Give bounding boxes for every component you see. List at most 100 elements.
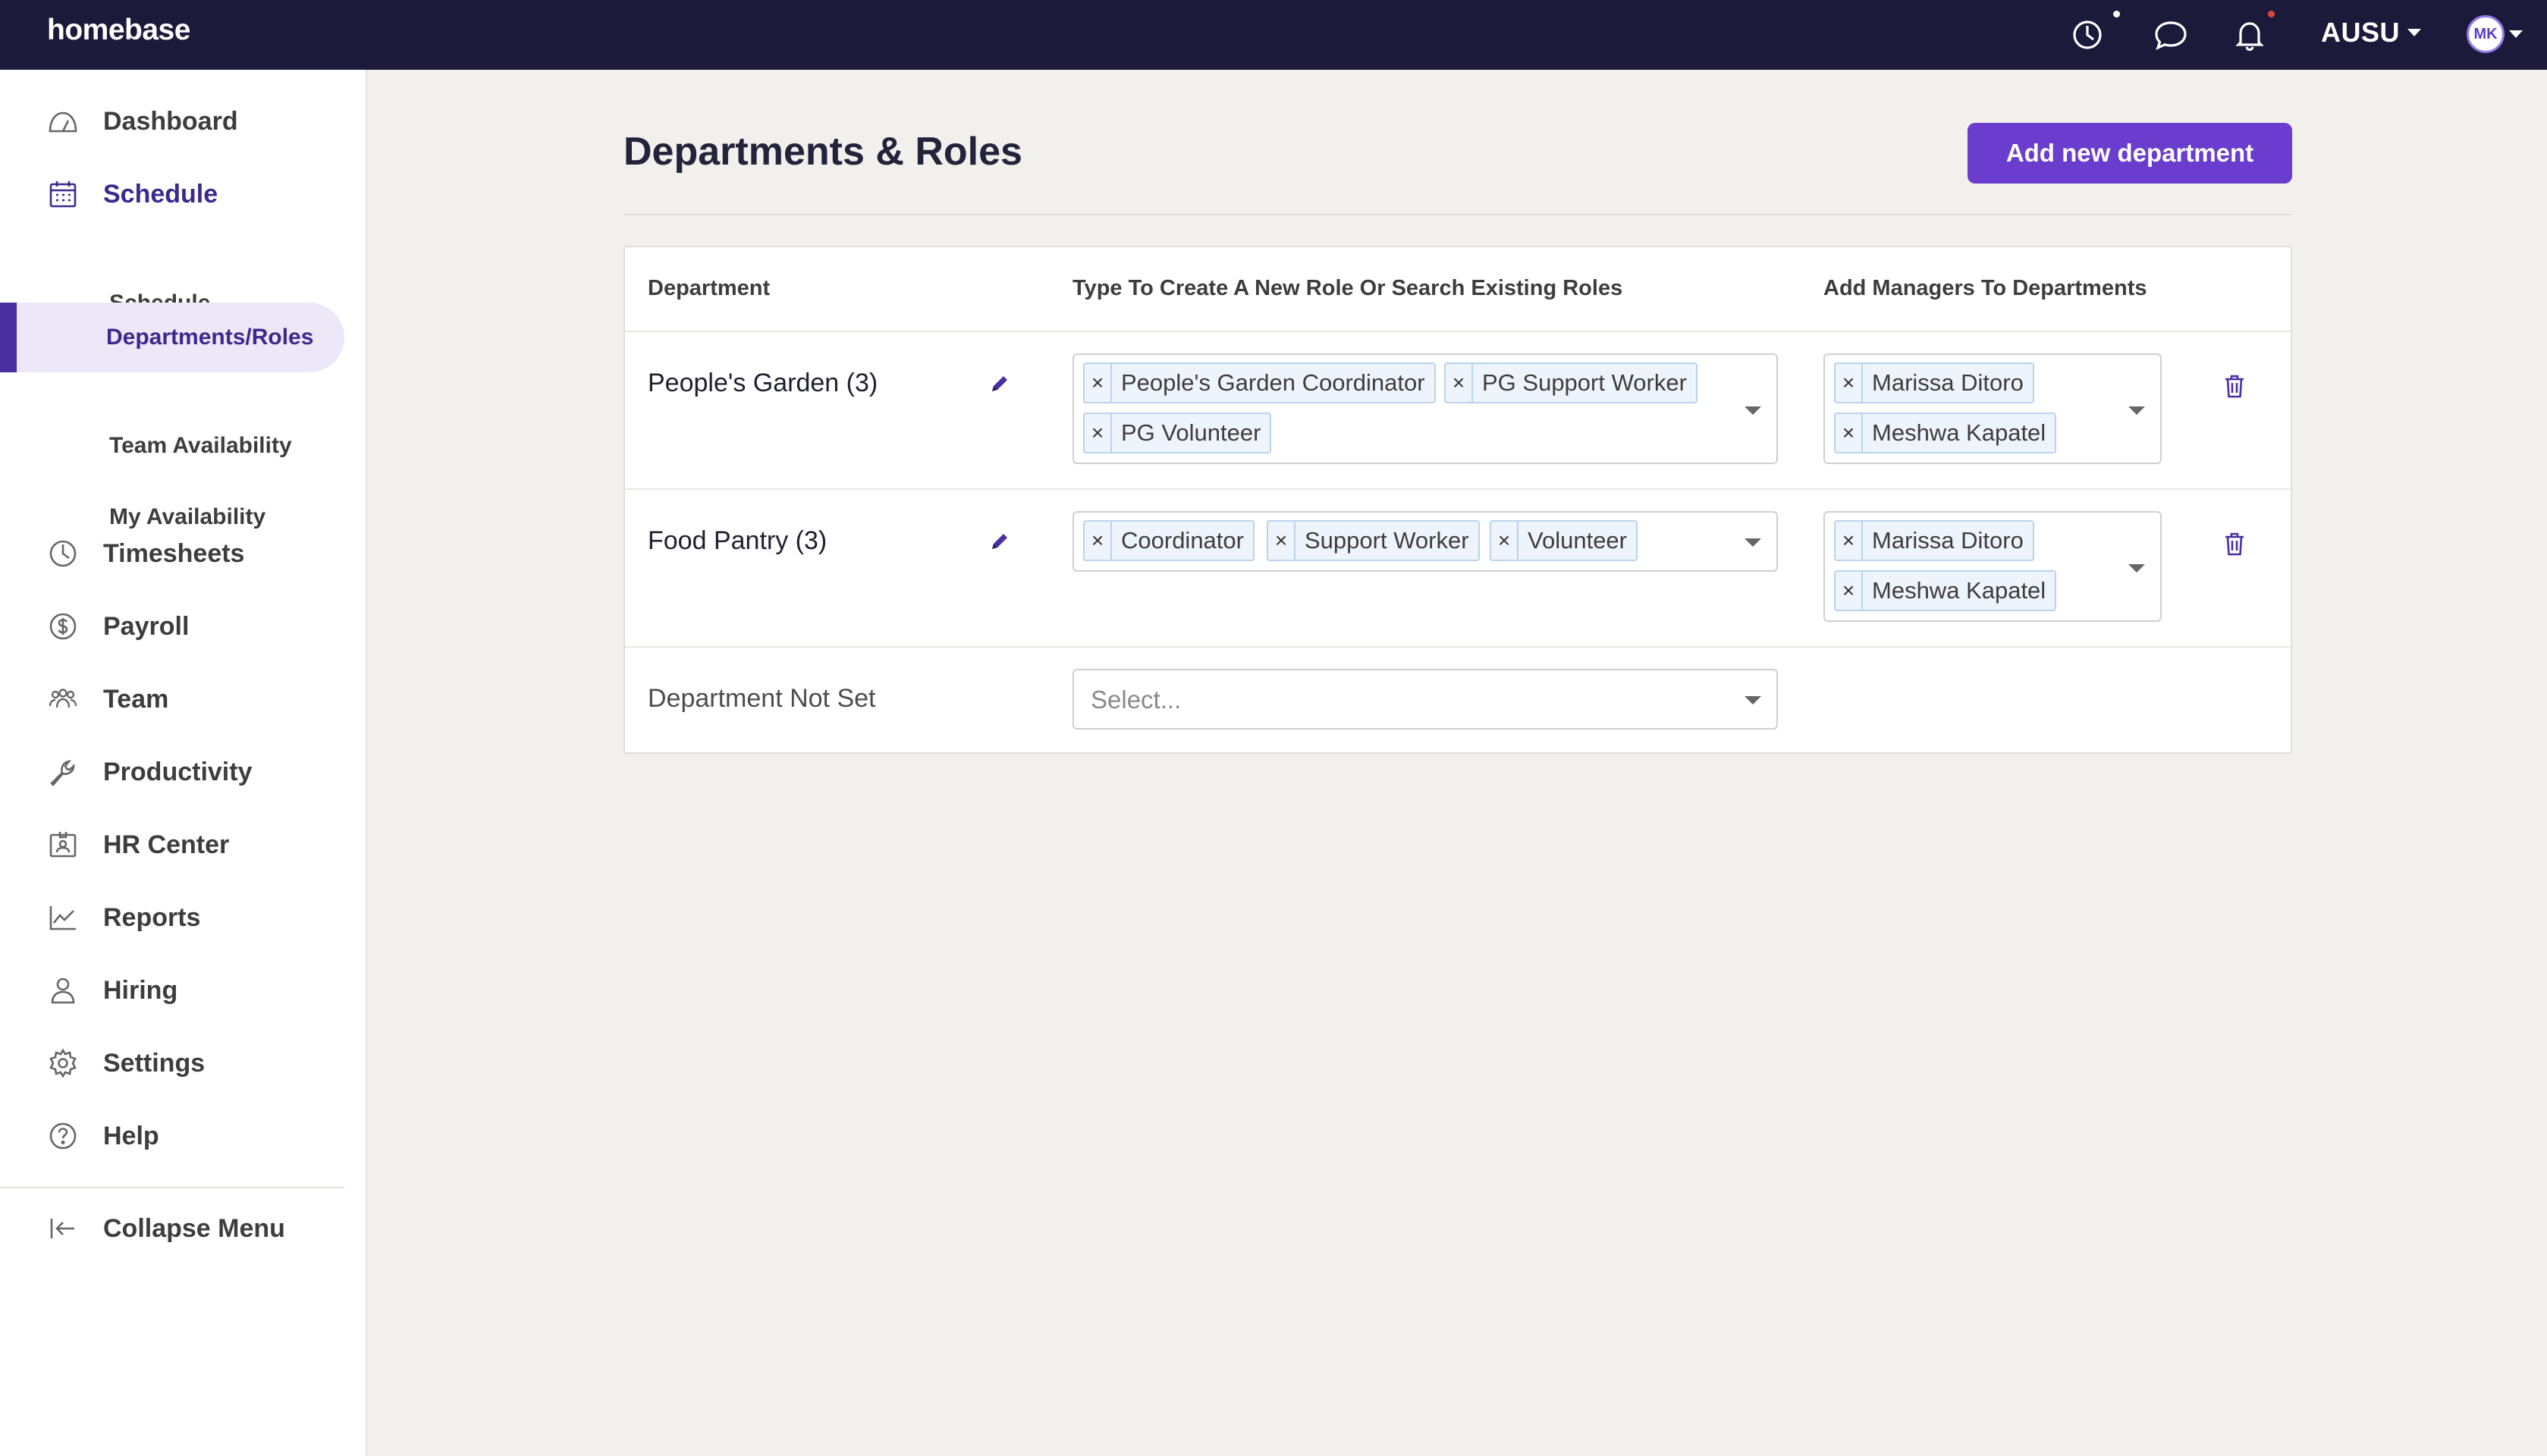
org-name: AUSU: [2321, 17, 2401, 48]
column-header-roles: Type To Create A New Role Or Search Exis…: [1073, 276, 1623, 300]
role-tag: × PG Support Worker: [1444, 362, 1697, 403]
timeclock-icon[interactable]: [2066, 14, 2109, 56]
remove-tag-button[interactable]: ×: [1836, 572, 1863, 610]
role-tag: × PG Volunteer: [1083, 413, 1272, 453]
calendar-icon: [46, 177, 80, 212]
role-tag-label: Coordinator: [1121, 527, 1244, 554]
role-tag-label: PG Volunteer: [1121, 419, 1261, 446]
department-name: Food Pantry (3): [648, 526, 828, 555]
row-divider: [625, 488, 2291, 490]
role-tag: × Coordinator: [1083, 520, 1255, 561]
trash-icon[interactable]: [2222, 531, 2248, 558]
sidebar-item-settings[interactable]: Settings: [0, 1033, 344, 1094]
sidebar-item-label: Payroll: [103, 611, 190, 641]
roles-multiselect[interactable]: × People's Garden Coordinator × PG Suppo…: [1073, 353, 1778, 464]
role-tag-label: People's Garden Coordinator: [1121, 369, 1425, 396]
dollar-icon: [46, 609, 80, 644]
role-tag: × Support Worker: [1267, 520, 1480, 561]
chevron-down-icon[interactable]: [2128, 564, 2145, 573]
sidebar-item-label: Hiring: [103, 975, 178, 1005]
page-title: Departments & Roles: [623, 130, 1022, 174]
sidebar-item-label: HR Center: [103, 830, 230, 859]
add-department-button[interactable]: Add new department: [1968, 123, 2292, 184]
remove-tag-button[interactable]: ×: [1836, 414, 1863, 452]
manager-tag: × Marissa Ditoro: [1834, 520, 2034, 561]
pencil-icon[interactable]: [988, 372, 1015, 399]
chat-icon[interactable]: [2150, 14, 2192, 56]
chevron-down-icon[interactable]: [1745, 406, 1761, 415]
sidebar: Dashboard Schedule Schedule Departments/…: [0, 70, 367, 1456]
sidebar-item-label: Reports: [103, 902, 201, 932]
homebase-logo[interactable]: homebase: [47, 14, 190, 47]
roles-select[interactable]: Select...: [1073, 669, 1778, 730]
collapse-menu-button[interactable]: Collapse Menu: [0, 1198, 344, 1259]
role-tag-label: Volunteer: [1528, 527, 1627, 554]
pencil-icon[interactable]: [988, 529, 1015, 557]
chevron-down-icon[interactable]: [1745, 696, 1761, 704]
org-switcher[interactable]: AUSU: [2321, 17, 2422, 49]
manager-tag-label: Marissa Ditoro: [1872, 527, 2024, 554]
roles-multiselect[interactable]: × Coordinator × Support Worker × Volunte…: [1073, 511, 1778, 572]
team-icon: [46, 682, 80, 717]
remove-tag-button[interactable]: ×: [1085, 364, 1112, 402]
wrench-icon: [46, 755, 80, 789]
sidebar-item-label: Help: [103, 1121, 159, 1150]
sidebar-item-help[interactable]: Help: [0, 1106, 344, 1166]
sidebar-item-reports[interactable]: Reports: [0, 887, 344, 948]
manager-tag: × Meshwa Kapatel: [1834, 413, 2057, 453]
manager-tag-label: Meshwa Kapatel: [1872, 577, 2046, 604]
subnav-item-label: Departments/Roles: [106, 325, 314, 350]
title-divider: [623, 214, 2292, 215]
notification-dot: [2268, 11, 2275, 17]
subnav-item-team-availability[interactable]: Team Availability: [0, 411, 344, 481]
sidebar-item-hr-center[interactable]: HR Center: [0, 814, 344, 875]
sidebar-item-productivity[interactable]: Productivity: [0, 742, 344, 802]
chart-icon: [46, 900, 80, 935]
bell-icon[interactable]: [2228, 14, 2271, 56]
managers-multiselect[interactable]: × Marissa Ditoro × Meshwa Kapatel: [1823, 353, 2162, 464]
sidebar-item-label: Productivity: [103, 757, 253, 786]
remove-tag-button[interactable]: ×: [1836, 364, 1863, 402]
managers-multiselect[interactable]: × Marissa Ditoro × Meshwa Kapatel: [1823, 511, 2162, 622]
remove-tag-button[interactable]: ×: [1836, 522, 1863, 560]
department-name: Department Not Set: [648, 684, 876, 713]
sidebar-item-label: Schedule: [103, 179, 218, 209]
gear-icon: [46, 1046, 80, 1081]
id-badge-icon: [46, 827, 80, 862]
remove-tag-button[interactable]: ×: [1085, 522, 1112, 560]
remove-tag-button[interactable]: ×: [1085, 414, 1112, 452]
role-tag-label: PG Support Worker: [1482, 369, 1687, 396]
sidebar-item-team[interactable]: Team: [0, 669, 344, 730]
manager-tag: × Marissa Ditoro: [1834, 362, 2034, 403]
departments-table: Department Type To Create A New Role Or …: [623, 246, 2292, 754]
role-tag: × People's Garden Coordinator: [1083, 362, 1436, 403]
clock-icon: [46, 536, 80, 571]
sidebar-divider: [0, 1187, 344, 1188]
select-placeholder: Select...: [1091, 686, 1182, 714]
manager-tag: × Meshwa Kapatel: [1834, 570, 2057, 611]
row-divider: [625, 646, 2291, 648]
user-menu[interactable]: MK: [2467, 15, 2523, 53]
chevron-down-icon[interactable]: [2128, 406, 2145, 415]
sidebar-item-timesheets[interactable]: Timesheets: [0, 523, 344, 584]
sidebar-item-label: Team: [103, 684, 169, 714]
subnav-item-label: Team Availability: [109, 433, 292, 458]
dashboard-icon: [46, 104, 80, 139]
subnav-item-departments-roles[interactable]: Departments/Roles: [0, 303, 344, 372]
chevron-down-icon: [2407, 29, 2422, 36]
sidebar-item-label: Dashboard: [103, 106, 238, 136]
manager-tag-label: Marissa Ditoro: [1872, 369, 2024, 396]
role-tag-label: Support Worker: [1305, 527, 1469, 554]
sidebar-item-schedule[interactable]: Schedule: [0, 164, 344, 224]
trash-icon[interactable]: [2222, 373, 2248, 400]
remove-tag-button[interactable]: ×: [1268, 522, 1295, 560]
remove-tag-button[interactable]: ×: [1446, 364, 1473, 402]
remove-tag-button[interactable]: ×: [1491, 522, 1518, 560]
chevron-down-icon[interactable]: [1745, 538, 1761, 547]
collapse-icon: [46, 1211, 80, 1246]
sidebar-item-dashboard[interactable]: Dashboard: [0, 91, 344, 152]
sidebar-item-payroll[interactable]: Payroll: [0, 596, 344, 657]
sidebar-item-hiring[interactable]: Hiring: [0, 960, 344, 1021]
top-bar: homebase AUSU MK: [0, 0, 2547, 70]
collapse-menu-label: Collapse Menu: [103, 1213, 285, 1243]
